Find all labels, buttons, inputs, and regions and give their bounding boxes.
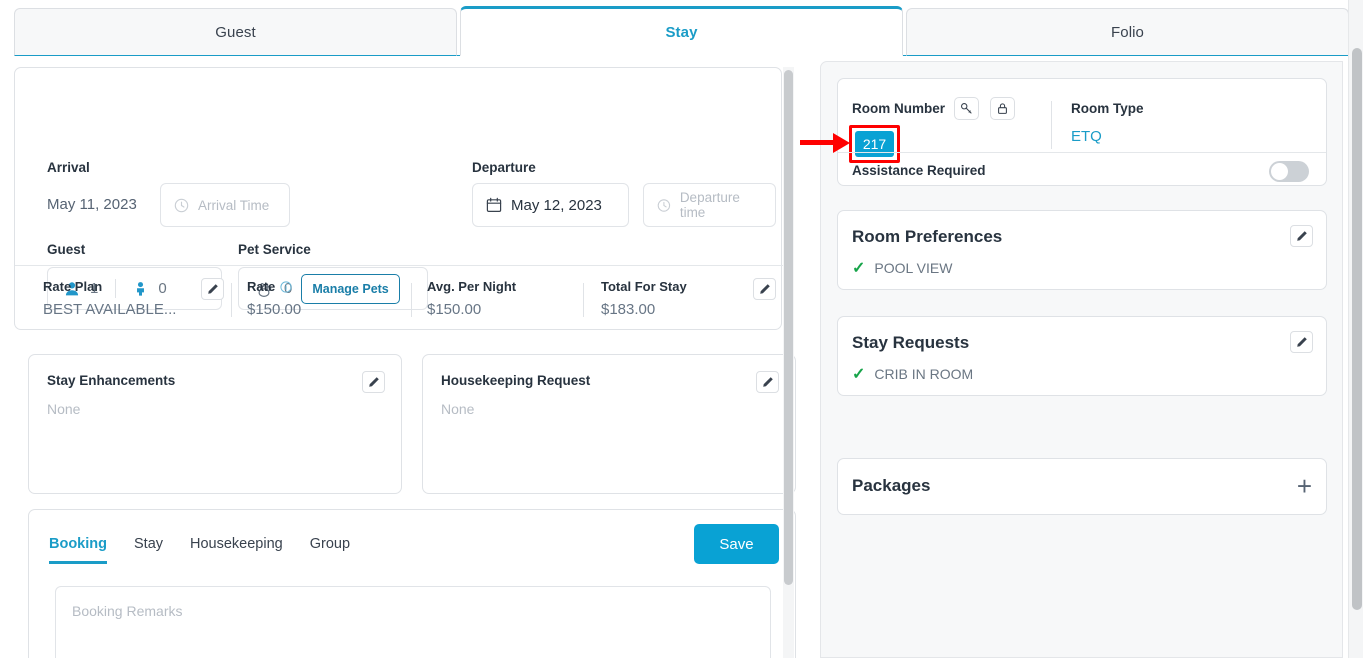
edit-room-preferences-button[interactable] [1290, 225, 1313, 247]
page-scrollbar-thumb[interactable] [1352, 48, 1362, 610]
room-info-card: Room Number 217 Room Type ETQ Assistance… [837, 78, 1327, 186]
left-panel-scrollbar-thumb[interactable] [784, 70, 793, 585]
room-lock-button[interactable] [990, 97, 1015, 120]
key-icon [960, 102, 973, 115]
room-preferences-title: Room Preferences [852, 227, 1002, 247]
stay-requests-card: Stay Requests ✓ CRIB IN ROOM [837, 316, 1327, 396]
arrival-label: Arrival [47, 160, 90, 175]
avg-per-night-value: $150.00 [427, 301, 516, 318]
divider [1051, 101, 1052, 149]
rate-summary-bar: Rate Plan BEST AVAILABLE... Rate [15, 265, 783, 329]
departure-time-input[interactable]: Departure time [643, 183, 776, 227]
clock-icon [174, 198, 189, 213]
stay-enhancements-card: Stay Enhancements None [28, 354, 402, 494]
stay-request-item: ✓ CRIB IN ROOM [852, 364, 973, 384]
departure-date-value: May 12, 2023 [511, 197, 602, 214]
pencil-icon [759, 283, 771, 295]
stay-details-screen: Guest Stay Folio Arrival May 11, 2023 Ar… [0, 0, 1363, 658]
divider [231, 283, 232, 317]
tab-folio-label: Folio [1111, 24, 1144, 41]
room-preference-item: ✓ POOL VIEW [852, 258, 952, 278]
subtab-group[interactable]: Group [310, 536, 350, 564]
divider [583, 283, 584, 317]
left-column: Arrival May 11, 2023 Arrival Time Depart… [14, 67, 784, 658]
room-number-label: Room Number [852, 101, 945, 116]
assistance-required-label: Assistance Required [852, 163, 986, 178]
edit-housekeeping-request-button[interactable] [756, 371, 779, 393]
edit-stay-enhancements-button[interactable] [362, 371, 385, 393]
rate-value: $150.00 [247, 301, 301, 318]
guest-label: Guest [47, 242, 85, 257]
arrival-time-placeholder: Arrival Time [198, 198, 269, 213]
save-button[interactable]: Save [694, 524, 779, 564]
left-panel-scrollbar[interactable] [783, 67, 794, 658]
departure-date-input[interactable]: May 12, 2023 [472, 183, 629, 227]
stay-enhancements-title: Stay Enhancements [47, 373, 175, 388]
rate-plan-label: Rate Plan [43, 279, 176, 294]
pencil-icon [207, 283, 219, 295]
pet-service-label: Pet Service [238, 242, 311, 257]
tab-guest-label: Guest [215, 24, 256, 41]
pencil-icon [1296, 336, 1308, 348]
tab-folio[interactable]: Folio [906, 8, 1349, 56]
tab-guest[interactable]: Guest [14, 8, 457, 56]
annotation-arrow-head [833, 133, 850, 153]
toggle-knob [1271, 163, 1288, 180]
room-type-label: Room Type [1071, 101, 1144, 116]
pencil-icon [368, 376, 380, 388]
edit-stay-requests-button[interactable] [1290, 331, 1313, 353]
right-panel: Room Number 217 Room Type ETQ Assistance… [820, 61, 1343, 658]
lock-icon [996, 102, 1009, 115]
total-for-stay-label: Total For Stay [601, 279, 687, 294]
housekeeping-request-title: Housekeeping Request [441, 373, 590, 388]
divider [411, 283, 412, 317]
housekeeping-request-card: Housekeeping Request None [422, 354, 796, 494]
edit-rate-plan-button[interactable] [201, 278, 224, 300]
subtab-stay[interactable]: Stay [134, 536, 163, 564]
booking-notes-card: Booking Stay Housekeeping Group Save Boo… [28, 509, 796, 658]
rate-plan-cell: Rate Plan BEST AVAILABLE... [43, 279, 176, 318]
room-type-value[interactable]: ETQ [1071, 128, 1102, 145]
packages-card: Packages + [837, 458, 1327, 515]
packages-title: Packages [852, 476, 930, 496]
stay-enhancements-value: None [47, 401, 80, 417]
arrival-date: May 11, 2023 [47, 196, 137, 213]
room-key-button[interactable] [954, 97, 979, 120]
calendar-icon [486, 197, 502, 213]
pencil-icon [1296, 230, 1308, 242]
total-for-stay-cell: Total For Stay $183.00 [601, 279, 687, 318]
pencil-icon [762, 376, 774, 388]
avg-per-night-label: Avg. Per Night [427, 279, 516, 294]
arrival-time-input[interactable]: Arrival Time [160, 183, 290, 227]
check-icon: ✓ [852, 258, 865, 278]
departure-time-placeholder: Departure time [680, 190, 762, 220]
stay-request-label: CRIB IN ROOM [874, 366, 973, 382]
booking-subtabs: Booking Stay Housekeeping Group [49, 536, 350, 564]
room-preference-label: POOL VIEW [874, 260, 952, 276]
assistance-required-toggle[interactable] [1269, 161, 1309, 182]
rate-label: Rate [247, 279, 301, 294]
housekeeping-request-value: None [441, 401, 474, 417]
departure-label: Departure [472, 160, 536, 175]
check-icon: ✓ [852, 364, 865, 384]
clock-icon [657, 198, 671, 213]
add-package-button[interactable]: + [1297, 475, 1312, 497]
subtab-booking[interactable]: Booking [49, 536, 107, 564]
edit-total-button[interactable] [753, 278, 776, 300]
stay-dates-card: Arrival May 11, 2023 Arrival Time Depart… [14, 67, 782, 330]
main-tabbar: Guest Stay Folio [14, 8, 1349, 56]
subtab-housekeeping[interactable]: Housekeeping [190, 536, 283, 564]
page-scrollbar[interactable] [1348, 0, 1363, 658]
booking-remarks-input[interactable]: Booking Remarks [55, 586, 771, 658]
tab-stay-label: Stay [665, 24, 697, 41]
stay-requests-title: Stay Requests [852, 333, 969, 353]
rate-cell: Rate $150.00 [247, 279, 301, 318]
tab-stay[interactable]: Stay [460, 6, 903, 56]
room-preferences-card: Room Preferences ✓ POOL VIEW [837, 210, 1327, 290]
avg-per-night-cell: Avg. Per Night $150.00 [427, 279, 516, 318]
info-icon[interactable] [280, 281, 292, 293]
rate-plan-value[interactable]: BEST AVAILABLE... [43, 301, 176, 318]
total-for-stay-value: $183.00 [601, 301, 687, 318]
